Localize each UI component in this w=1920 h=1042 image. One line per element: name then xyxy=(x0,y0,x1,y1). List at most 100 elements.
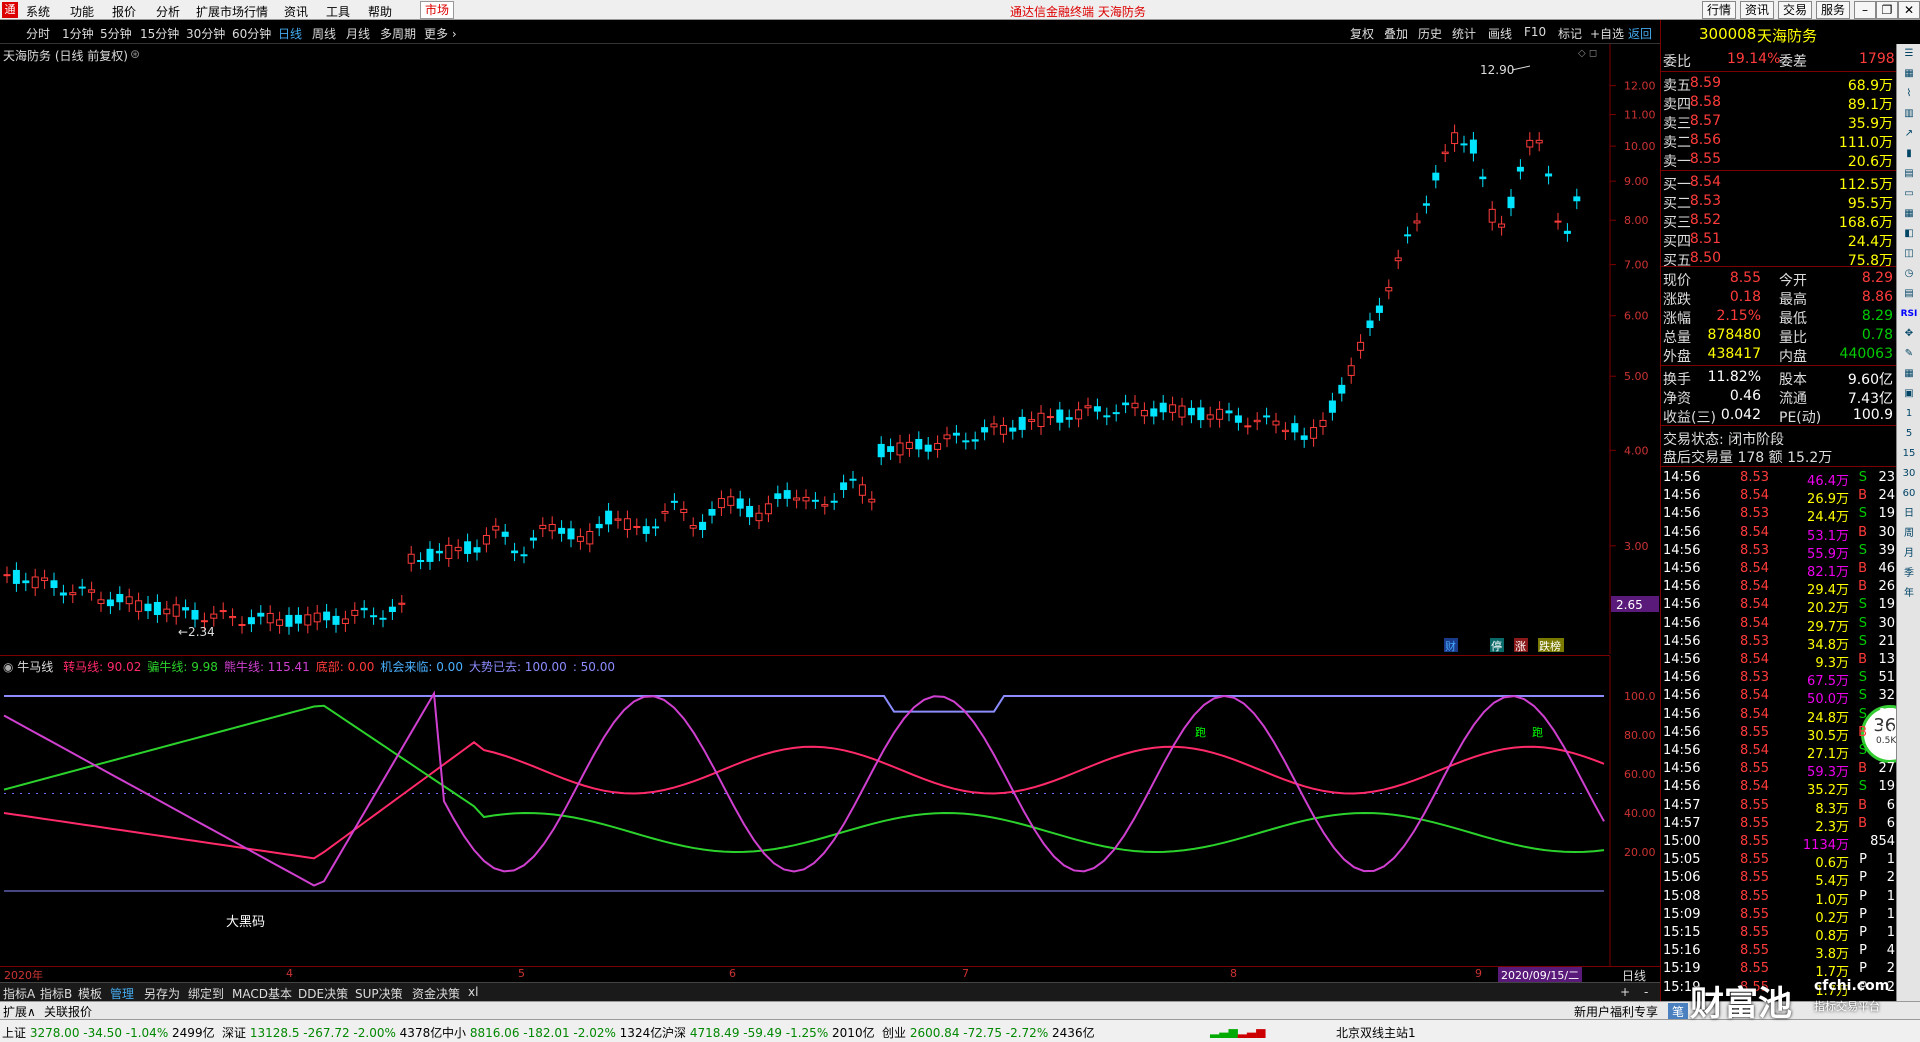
sidebar-quarter[interactable]: 季 xyxy=(1900,566,1918,582)
sidebar-month[interactable]: 月 xyxy=(1900,546,1918,562)
period-60min[interactable]: 60分钟 xyxy=(232,25,271,42)
btn-back[interactable]: 返回 xyxy=(1628,25,1652,42)
menu-system[interactable]: 系统 xyxy=(26,3,50,20)
btn-f10[interactable]: F10 xyxy=(1524,25,1546,39)
zoom-out-icon[interactable]: - xyxy=(1644,985,1648,999)
sidebar-f10-icon[interactable]: ▤ xyxy=(1900,166,1918,182)
app-logo-icon[interactable]: 通 xyxy=(2,2,18,18)
candle-body xyxy=(341,618,349,625)
sidebar-60-icon[interactable]: 60 xyxy=(1900,486,1918,502)
sidebar-week[interactable]: 周 xyxy=(1900,526,1918,542)
menu-quote[interactable]: 报价 xyxy=(112,3,136,20)
btn-mark[interactable]: 标记 xyxy=(1558,25,1582,42)
btn-stats[interactable]: 统计 xyxy=(1452,25,1476,42)
zoom-in-icon[interactable]: + xyxy=(1620,985,1630,999)
sidebar-year[interactable]: 年 xyxy=(1900,586,1918,602)
sidebar-stat-icon[interactable]: ▤ xyxy=(1900,286,1918,302)
period-30min[interactable]: 30分钟 xyxy=(186,25,225,42)
tab-xl[interactable]: xl xyxy=(468,985,478,999)
tab-manage[interactable]: 管理 xyxy=(110,985,134,1002)
sidebar-1-icon[interactable]: 1 xyxy=(1900,406,1918,422)
menu-function[interactable]: 功能 xyxy=(70,3,94,20)
sidebar-pen-icon[interactable]: ✎ xyxy=(1900,346,1918,362)
candle-body xyxy=(858,484,866,496)
sidebar-line-icon[interactable]: ↗ xyxy=(1900,126,1918,142)
index-item[interactable]: 中小 8816.06 -182.01 -2.02% 1324亿 xyxy=(442,1024,662,1041)
tab-dde[interactable]: DDE决策 xyxy=(298,985,348,1002)
period-1min[interactable]: 1分钟 xyxy=(62,25,94,42)
tab-indicator-a[interactable]: 指标A xyxy=(3,985,35,1002)
tick-price: 8.54 xyxy=(1740,615,1769,631)
pen-mode-icon[interactable]: 笔 xyxy=(1668,1003,1689,1020)
top-button-news[interactable]: 资讯 xyxy=(1740,1,1775,19)
sidebar-day[interactable]: 日 xyxy=(1900,506,1918,522)
kline-chart[interactable]: 天海防务 (日线 前复权) ⊛ 12.00 11.00 10.00 9.00 8.00 7… xyxy=(0,44,1659,654)
candle-body xyxy=(840,482,848,490)
tab-template[interactable]: 模板 xyxy=(78,985,102,1002)
period-weekly[interactable]: 周线 xyxy=(312,25,336,42)
chart-corner-icons[interactable]: ◇ ◻ xyxy=(1578,48,1597,59)
close-icon[interactable]: ✕ xyxy=(1898,1,1920,19)
top-button-quote[interactable]: 行情 xyxy=(1702,1,1737,19)
btn-draw[interactable]: 画线 xyxy=(1488,25,1512,42)
tab-macd[interactable]: MACD基本 xyxy=(232,985,292,1002)
menu-tools[interactable]: 工具 xyxy=(326,3,350,20)
sidebar-5-icon[interactable]: 5 xyxy=(1900,426,1918,442)
restore-icon[interactable]: ❐ xyxy=(1876,1,1898,19)
indicator-pane[interactable]: ◉ 牛马线 转马线: 90.02 骗牛线: 9.98 熊牛线: 115.41 底部: … xyxy=(0,655,1656,968)
index-item[interactable]: 上证 3278.00 -34.50 -1.04% 2499亿 xyxy=(2,1024,215,1041)
tick-count: 17 xyxy=(1878,706,1895,722)
menu-news[interactable]: 资讯 xyxy=(284,3,308,20)
index-price: 4718.49 xyxy=(686,1026,740,1040)
index-item[interactable]: 沪深 4718.49 -59.49 -1.25% 2010亿 xyxy=(662,1024,875,1041)
menu-help[interactable]: 帮助 xyxy=(368,3,392,20)
menu-analysis[interactable]: 分析 xyxy=(156,3,180,20)
period-15min[interactable]: 15分钟 xyxy=(140,25,179,42)
promo-link[interactable]: 新用户福利专享 xyxy=(1574,1003,1658,1020)
top-button-trade[interactable]: 交易 xyxy=(1778,1,1813,19)
sidebar-30-icon[interactable]: 30 xyxy=(1900,466,1918,482)
btn-history[interactable]: 历史 xyxy=(1418,25,1442,42)
price-tick-label: 11.00 xyxy=(1624,109,1656,122)
period-5min[interactable]: 5分钟 xyxy=(100,25,132,42)
index-item[interactable]: 创业 2600.84 -72.75 -2.72% 2436亿 xyxy=(882,1024,1095,1041)
tab-indicator-b[interactable]: 指标B xyxy=(40,985,72,1002)
market-tab[interactable]: 市场 xyxy=(420,1,455,19)
tick-time: 14:57 xyxy=(1663,815,1701,831)
sidebar-rsi-icon[interactable]: RSI xyxy=(1900,306,1918,322)
sidebar-move-icon[interactable]: ✥ xyxy=(1900,326,1918,342)
sidebar-clock-icon[interactable]: ◷ xyxy=(1900,266,1918,282)
sidebar-chart-icon[interactable]: ◫ xyxy=(1900,246,1918,262)
server-name[interactable]: 北京双线主站1 xyxy=(1336,1024,1416,1041)
btn-add-watch[interactable]: +自选 xyxy=(1590,25,1624,42)
expand-toggle[interactable]: 扩展∧ xyxy=(3,1003,36,1020)
tick-volume: 53.1万 xyxy=(1807,528,1849,544)
period-fenshi[interactable]: 分时 xyxy=(26,25,50,42)
btn-overlay[interactable]: 叠加 xyxy=(1384,25,1408,42)
period-multi[interactable]: 多周期 xyxy=(380,25,416,42)
tab-sup[interactable]: SUP决策 xyxy=(355,985,403,1002)
period-daily[interactable]: 日线 xyxy=(278,25,302,42)
sidebar-kline-icon[interactable]: ▮ xyxy=(1900,146,1918,162)
sidebar-15-icon[interactable]: 15 xyxy=(1900,446,1918,462)
tab-save-as[interactable]: 另存为 xyxy=(144,985,180,1002)
top-button-service[interactable]: 服务 xyxy=(1816,1,1851,19)
menu-ext-market[interactable]: 扩展市场行情 xyxy=(196,3,268,20)
tab-bind-to[interactable]: 绑定到 xyxy=(188,985,224,1002)
period-more[interactable]: 更多 › xyxy=(424,25,457,42)
sidebar-bars-icon[interactable]: ▥ xyxy=(1900,106,1918,122)
sidebar-list-icon[interactable]: ☰ xyxy=(1900,46,1918,62)
sidebar-calc-icon[interactable]: ▦ xyxy=(1900,366,1918,382)
sidebar-fs-icon[interactable]: ▣ xyxy=(1900,386,1918,402)
sidebar-grid-icon[interactable]: ▦ xyxy=(1900,66,1918,82)
btn-fuquan[interactable]: 复权 xyxy=(1350,25,1374,42)
sidebar-fenshi-icon[interactable]: ⌇ xyxy=(1900,86,1918,102)
tab-fund[interactable]: 资金决策 xyxy=(412,985,460,1002)
sidebar-doc-icon[interactable]: ▭ xyxy=(1900,186,1918,202)
period-monthly[interactable]: 月线 xyxy=(346,25,370,42)
index-item[interactable]: 深证 13128.5 -267.72 -2.00% 4378亿 xyxy=(222,1024,442,1041)
sidebar-table-icon[interactable]: ▦ xyxy=(1900,206,1918,222)
minimize-icon[interactable]: – xyxy=(1854,1,1876,19)
related-quote-tab[interactable]: 关联报价 xyxy=(44,1003,92,1020)
sidebar-fund-icon[interactable]: ◧ xyxy=(1900,226,1918,242)
